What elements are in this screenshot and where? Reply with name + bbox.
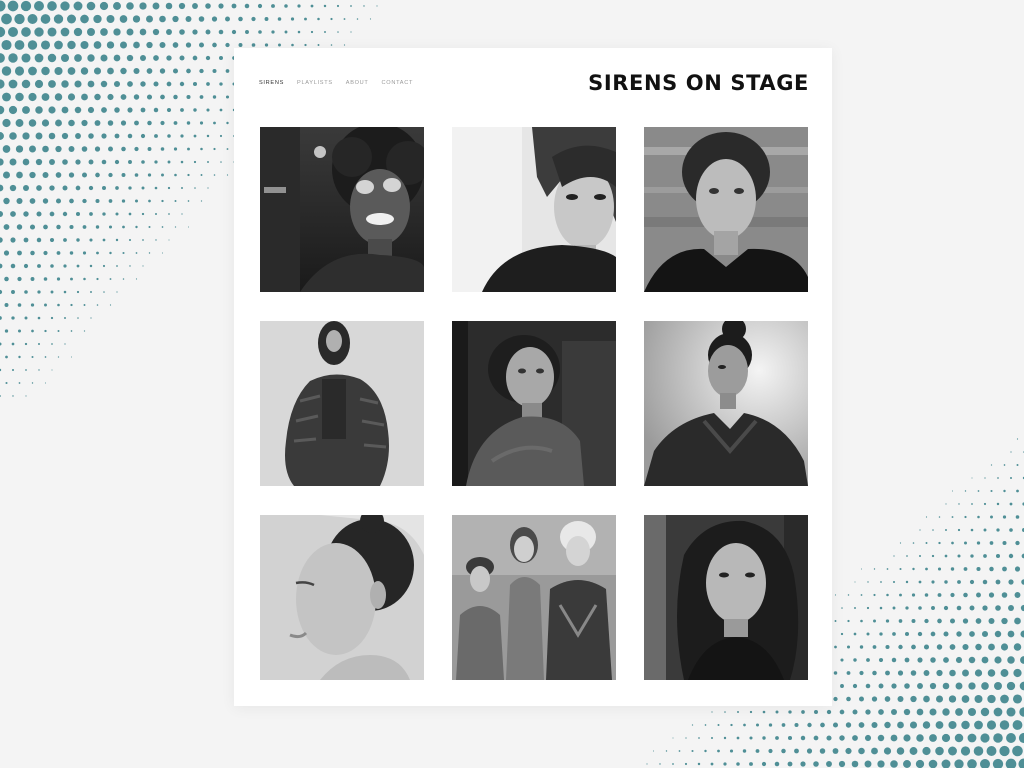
photo-tile-7[interactable]: [260, 515, 424, 680]
portrait-photo: [644, 321, 808, 486]
photo-tile-4[interactable]: [260, 321, 424, 486]
portrait-photo: [452, 321, 616, 486]
photo-tile-8[interactable]: [452, 515, 616, 680]
portrait-photo: [260, 515, 424, 680]
portrait-photo: [644, 127, 808, 292]
site-card: SIRENS PLAYLISTS ABOUT CONTACT SIRENS ON…: [234, 48, 832, 706]
photo-tile-1[interactable]: [260, 127, 424, 292]
page-background: SIRENS PLAYLISTS ABOUT CONTACT SIRENS ON…: [0, 0, 1024, 768]
group-photo: [452, 515, 616, 680]
photo-grid: [260, 127, 808, 680]
photo-tile-5[interactable]: [452, 321, 616, 486]
photo-tile-2[interactable]: [452, 127, 616, 292]
site-title[interactable]: SIRENS ON STAGE: [588, 70, 809, 96]
portrait-photo: [452, 127, 616, 292]
nav-item-playlists[interactable]: PLAYLISTS: [297, 79, 333, 87]
nav-item-sirens[interactable]: SIRENS: [259, 79, 284, 87]
portrait-photo: [260, 127, 424, 292]
nav-item-about[interactable]: ABOUT: [346, 79, 369, 87]
photo-tile-6[interactable]: [644, 321, 808, 486]
portrait-photo: [260, 321, 424, 486]
photo-tile-3[interactable]: [644, 127, 808, 292]
nav-item-contact[interactable]: CONTACT: [382, 79, 414, 87]
main-nav: SIRENS PLAYLISTS ABOUT CONTACT: [259, 79, 426, 87]
photo-tile-9[interactable]: [644, 515, 808, 680]
portrait-photo: [644, 515, 808, 680]
